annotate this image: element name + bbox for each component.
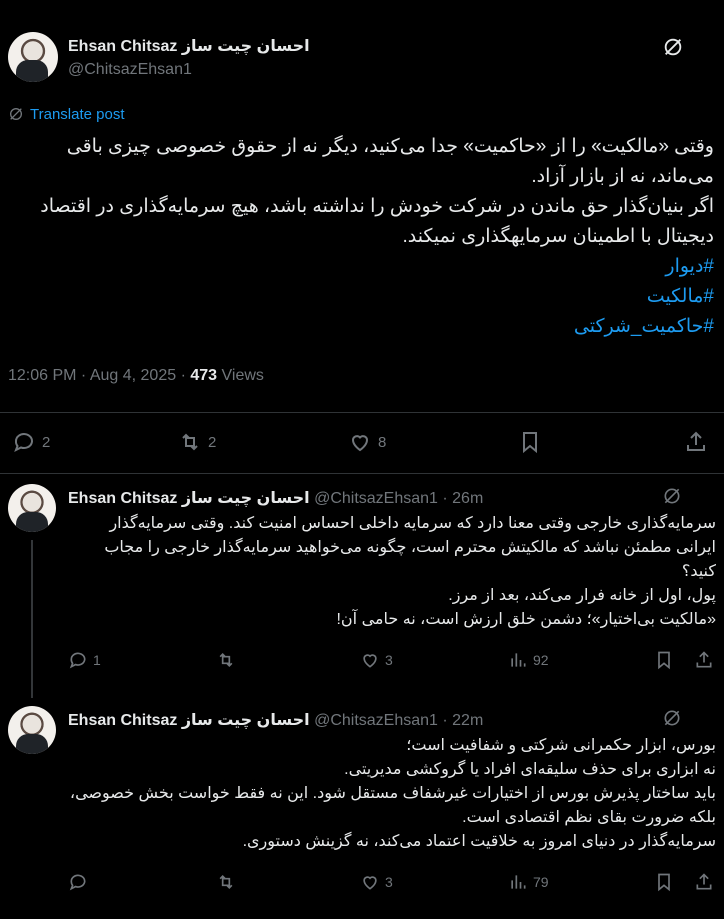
grok-icon[interactable] [662, 708, 682, 728]
post-meta: 12:06 PM · Aug 4, 2025 · 473 Views [8, 367, 264, 384]
reply-age[interactable]: 26m [452, 490, 483, 507]
repost-icon [182, 433, 198, 451]
bookmark-icon [658, 873, 670, 892]
share-icon [696, 873, 712, 890]
post-time[interactable]: 12:06 PM [8, 367, 76, 384]
reply-author-name[interactable]: Ehsan Chitsaz احسان چیت ساز [68, 712, 310, 729]
reply-line-3: باید ساختار پذیرش بورس از اختیارات غیرشف… [69, 785, 716, 826]
views-count: 92 [533, 652, 549, 668]
reply-line-2: نه ابزاری برای حذف سلیقه‌ای افراد یا گرو… [344, 761, 716, 778]
hashtag-malekiyat[interactable]: #مالکیت [8, 282, 714, 312]
post-action-bar: 2 2 8 [0, 412, 724, 474]
reply-line-3: «مالکیت بی‌اختیار»؛ دشمن خلق ارزش است، ن… [336, 611, 716, 628]
share-button[interactable] [684, 430, 708, 454]
reply-header: Ehsan Chitsaz احسان چیت ساز @ChitsazEhsa… [68, 712, 484, 729]
reply-count: 2 [42, 433, 51, 451]
reply-action-bar: 3 79 [68, 872, 718, 896]
reply-handle[interactable]: @ChitsazEhsan1 [314, 712, 438, 729]
bookmark-button[interactable] [518, 430, 542, 454]
share-button[interactable] [694, 872, 714, 892]
grok-icon[interactable] [662, 36, 684, 58]
reply-handle[interactable]: @ChitsazEhsan1 [314, 490, 438, 507]
bookmark-icon [658, 651, 670, 670]
translate-label: Translate post [30, 106, 125, 123]
like-count: 3 [385, 652, 393, 668]
share-icon [687, 431, 705, 451]
reply-icon [14, 433, 33, 453]
author-avatar[interactable] [8, 32, 58, 82]
reply-author-name[interactable]: Ehsan Chitsaz احسان چیت ساز [68, 490, 310, 507]
bookmark-icon [523, 432, 537, 454]
like-icon [363, 876, 377, 890]
grok-icon[interactable] [662, 486, 682, 506]
like-count: 8 [378, 433, 387, 451]
reply-2[interactable]: Ehsan Chitsaz احسان چیت ساز @ChitsazEhsa… [0, 694, 724, 919]
bookmark-button[interactable] [654, 872, 674, 892]
reply-avatar[interactable] [8, 706, 56, 754]
like-button[interactable]: 8 [348, 430, 386, 454]
reply-action-bar: 1 3 92 [68, 650, 718, 674]
main-post: Ehsan Chitsaz احسان چیت ساز @ChitsazEhsa… [0, 0, 724, 474]
reply-line-4: سرمایه‌گذار در دنیای امروز به خلاقیت اعت… [242, 833, 716, 850]
bookmark-button[interactable] [654, 650, 674, 670]
reply-age[interactable]: 22m [452, 712, 483, 729]
reply-count: 1 [93, 652, 101, 668]
reply-button[interactable]: 2 [12, 430, 50, 454]
reply-avatar[interactable] [8, 484, 56, 532]
reply-text: بورس، ابزار حکمرانی شرکتی و شفافیت است؛ … [68, 734, 716, 854]
reply-text: سرمایه‌گذاری خارجی وقتی معنا دارد که سرم… [68, 512, 716, 632]
views-icon [511, 653, 526, 667]
like-icon [363, 654, 377, 668]
like-button[interactable]: 3 [360, 650, 393, 670]
like-button[interactable]: 3 [360, 872, 393, 892]
reply-button[interactable]: 1 [68, 650, 101, 670]
share-button[interactable] [694, 650, 714, 670]
repost-icon [219, 874, 233, 890]
reply-icon [69, 652, 86, 669]
post-paragraph-1: وقتی «مالکیت» را از «حاکمیت» جدا می‌کنید… [66, 136, 714, 187]
views-icon [511, 875, 526, 889]
repost-button[interactable] [216, 650, 241, 670]
reply-line-1: بورس، ابزار حکمرانی شرکتی و شفافیت است؛ [406, 737, 716, 754]
author-name[interactable]: Ehsan Chitsaz احسان چیت ساز [68, 36, 310, 56]
views-button[interactable]: 79 [508, 872, 549, 892]
reply-icon [69, 874, 86, 891]
views-button[interactable]: 92 [508, 650, 549, 670]
translate-post-link[interactable]: Translate post [8, 106, 125, 123]
repost-count: 2 [208, 433, 217, 451]
translate-icon [10, 108, 22, 120]
views-count: 473 [190, 367, 218, 384]
like-count: 3 [385, 874, 393, 890]
repost-button[interactable] [216, 872, 241, 892]
share-icon [696, 651, 712, 668]
reply-header: Ehsan Chitsaz احسان چیت ساز @ChitsazEhsa… [68, 490, 484, 507]
views-label: Views [221, 367, 264, 384]
repost-button[interactable]: 2 [178, 430, 216, 454]
reply-1[interactable]: Ehsan Chitsaz احسان چیت ساز @ChitsazEhsa… [0, 472, 724, 698]
like-icon [351, 435, 369, 452]
author-handle[interactable]: @ChitsazEhsan1 [68, 61, 192, 79]
hashtag-hakemiyat-sherkati[interactable]: #حاکمیت_شرکتی [8, 312, 714, 342]
views-count: 79 [533, 874, 549, 890]
reply-line-1: سرمایه‌گذاری خارجی وقتی معنا دارد که سرم… [104, 515, 716, 580]
post-paragraph-2: اگر بنیان‌گذار حق ماندن در شرکت خودش را … [40, 196, 714, 247]
hashtag-divar[interactable]: #دیوار [8, 252, 714, 282]
post-text: وقتی «مالکیت» را از «حاکمیت» جدا می‌کنید… [8, 132, 714, 342]
repost-icon [219, 652, 233, 668]
reply-button[interactable] [68, 872, 93, 892]
reply-line-2: پول، اول از خانه فرار می‌کند، بعد از مرز… [448, 587, 716, 604]
post-date[interactable]: Aug 4, 2025 [90, 367, 176, 384]
